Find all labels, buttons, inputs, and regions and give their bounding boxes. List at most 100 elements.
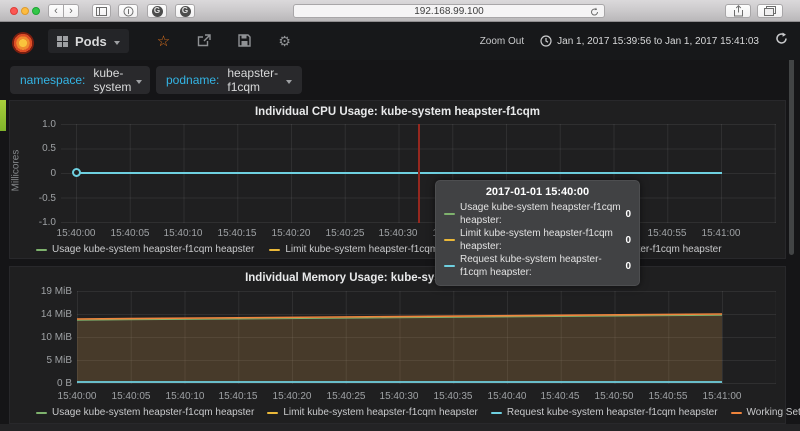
share-icon <box>733 5 744 17</box>
panel-title[interactable]: Individual CPU Usage: kube-system heapst… <box>10 106 785 118</box>
address-bar[interactable]: 192.168.99.100 <box>293 4 605 18</box>
y-tick: 1.0 <box>14 119 56 130</box>
sidebar-button[interactable] <box>92 4 111 18</box>
forward-button[interactable]: › <box>63 4 79 18</box>
series-color-icon <box>269 249 280 251</box>
legend-item[interactable]: Usage kube-system heapster-f1cqm heapste… <box>36 407 254 418</box>
data-point-marker <box>72 168 81 177</box>
star-icon: ☆ <box>157 33 170 50</box>
add-row-strip <box>0 424 800 431</box>
settings-button[interactable]: ⚙ <box>278 34 291 48</box>
legend-label: Usage kube-system heapster-f1cqm heapste… <box>52 244 254 255</box>
share-page-button[interactable] <box>725 4 751 18</box>
variable-label: namespace: <box>20 73 85 87</box>
y-tick: -1.0 <box>14 217 56 228</box>
cpu-series-line <box>76 172 722 174</box>
clock-icon <box>540 35 552 47</box>
y-tick: 10 MiB <box>14 332 72 343</box>
refresh-icon <box>775 32 788 45</box>
variable-value: kube-system <box>93 66 131 94</box>
row-menu-tab[interactable] <box>0 100 6 131</box>
time-range-text: Jan 1, 2017 15:39:56 to Jan 1, 2017 15:4… <box>557 36 759 47</box>
close-window-button[interactable] <box>10 7 18 15</box>
grafana-logo-icon[interactable] <box>10 28 36 54</box>
refresh-button[interactable] <box>775 32 788 50</box>
y-tick: 0 B <box>14 378 72 389</box>
legend-item[interactable]: Request kube-system heapster-f1cqm heaps… <box>491 407 718 418</box>
chart-tooltip: 2017-01-01 15:40:00 Usage kube-system he… <box>435 180 640 286</box>
y-tick: 0 <box>14 168 56 179</box>
tooltip-value: 0 <box>625 208 631 221</box>
x-tick: 15:40:20 <box>267 391 317 402</box>
y-tick: 0.5 <box>14 143 56 154</box>
page-info-button[interactable] <box>118 4 138 18</box>
grafana-navbar: Pods ☆ ⚙ Zoom Out <box>0 22 800 60</box>
chevron-down-icon <box>286 80 292 84</box>
time-range-picker[interactable]: Jan 1, 2017 15:39:56 to Jan 1, 2017 15:4… <box>540 35 759 47</box>
variable-value: heapster-f1cqm <box>227 66 281 94</box>
y-tick: 5 MiB <box>14 355 72 366</box>
sidebar-icon <box>96 7 107 16</box>
legend-label: Usage kube-system heapster-f1cqm heapste… <box>52 407 254 418</box>
tab-overview-button[interactable] <box>757 4 783 18</box>
x-tick: 15:40:35 <box>428 391 478 402</box>
variable-value-dropdown[interactable]: heapster-f1cqm <box>227 66 292 94</box>
series-color-icon <box>267 412 278 414</box>
tooltip-time: 2017-01-01 15:40:00 <box>444 186 631 198</box>
tooltip-row: Request kube-system heapster-f1cqm heaps… <box>444 253 631 279</box>
working-set-area-fill <box>77 314 722 383</box>
cpu-chart-plot[interactable] <box>61 124 776 223</box>
dashboard-actions: ☆ ⚙ <box>157 34 291 49</box>
variable-value-dropdown[interactable]: kube-system <box>93 66 142 94</box>
tooltip-row: Usage kube-system heapster-f1cqm heapste… <box>444 201 631 227</box>
extension-icon: G <box>180 6 191 17</box>
dashboard-picker[interactable]: Pods <box>48 29 129 53</box>
x-tick: 15:40:50 <box>589 391 639 402</box>
series-color-icon <box>444 213 455 215</box>
panel-title[interactable]: Individual Memory Usage: kube-system hea… <box>10 272 785 284</box>
extension-button-2[interactable]: G <box>175 4 195 18</box>
memory-panel: Individual Memory Usage: kube-system hea… <box>9 266 786 424</box>
variable-namespace[interactable]: namespace: kube-system <box>10 66 150 94</box>
x-tick: 15:40:55 <box>642 228 692 239</box>
memory-legend: Usage kube-system heapster-f1cqm heapste… <box>36 407 800 418</box>
forward-icon: › <box>69 6 73 17</box>
memory-chart-plot[interactable] <box>77 291 776 384</box>
legend-label: Limit kube-system heapster-f1cqm heapste… <box>283 407 478 418</box>
x-tick: 15:40:30 <box>373 228 423 239</box>
extension-button-1[interactable]: G <box>147 4 167 18</box>
chevron-down-icon <box>136 80 142 84</box>
minimize-window-button[interactable] <box>21 7 29 15</box>
x-tick: 15:40:05 <box>106 391 156 402</box>
x-tick: 15:40:10 <box>158 228 208 239</box>
dashboard-title: Pods <box>75 34 107 49</box>
zoom-out-button[interactable]: Zoom Out <box>480 36 524 47</box>
save-dashboard-button[interactable] <box>238 34 251 49</box>
zoom-window-button[interactable] <box>32 7 40 15</box>
series-color-icon <box>36 249 47 251</box>
tooltip-value: 0 <box>625 260 631 273</box>
dashboard-grid-icon <box>57 36 68 47</box>
back-button[interactable]: ‹ <box>48 4 64 18</box>
favorite-button[interactable]: ☆ <box>157 34 170 49</box>
x-tick: 15:41:00 <box>696 228 746 239</box>
variable-podname[interactable]: podname: heapster-f1cqm <box>156 66 302 94</box>
x-tick: 15:40:15 <box>212 228 262 239</box>
legend-item[interactable]: Usage kube-system heapster-f1cqm heapste… <box>36 244 254 255</box>
scrollbar-thumb[interactable] <box>789 27 794 255</box>
time-controls: Zoom Out Jan 1, 2017 15:39:56 to Jan 1, … <box>480 32 788 50</box>
x-tick: 15:40:25 <box>321 391 371 402</box>
crosshair-line <box>418 124 420 223</box>
legend-item[interactable]: Limit kube-system heapster-f1cqm heapste… <box>267 407 478 418</box>
url-text: 192.168.99.100 <box>414 6 484 17</box>
share-dashboard-button[interactable] <box>197 34 211 49</box>
cpu-panel: Individual CPU Usage: kube-system heapst… <box>9 100 786 259</box>
back-icon: ‹ <box>54 6 58 17</box>
legend-item[interactable]: Working Set kube-system heapster-f1cqm h… <box>731 407 800 418</box>
reload-button[interactable] <box>590 7 599 20</box>
series-color-icon <box>444 239 455 241</box>
reload-icon <box>590 7 599 17</box>
screen: ‹ › G G 192.168.99.100 <box>0 0 800 431</box>
tooltip-label: Usage kube-system heapster-f1cqm heapste… <box>460 201 625 227</box>
x-tick: 15:40:30 <box>374 391 424 402</box>
